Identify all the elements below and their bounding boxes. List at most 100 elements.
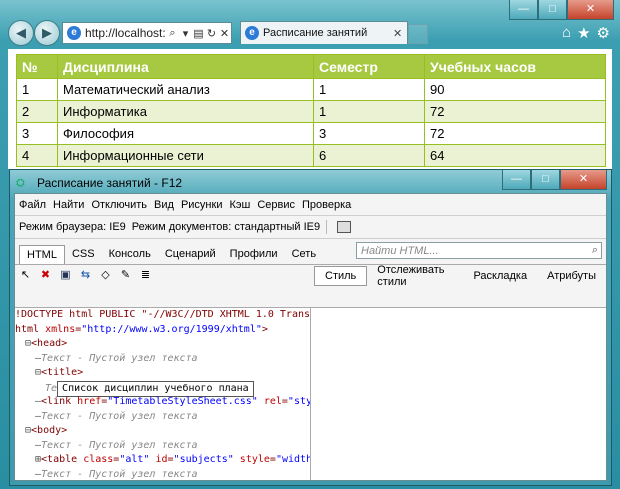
home-icon[interactable]: ⌂ (562, 24, 571, 42)
devtools-menubar: Файл Найти Отключить Вид Рисунки Кэш Сервис Про… (15, 194, 606, 216)
devtools-minimize-button[interactable]: — (502, 170, 531, 190)
code-token: style (239, 454, 270, 465)
pin-icon[interactable] (337, 221, 352, 233)
refresh-icon[interactable]: ↻ (205, 27, 218, 40)
code-token: "sty (287, 396, 311, 407)
menu-item[interactable]: Вид (154, 199, 174, 211)
menu-item[interactable]: Файл (19, 199, 46, 211)
minimize-button[interactable]: — (509, 0, 538, 20)
menu-item[interactable]: Рисунки (181, 199, 223, 211)
tab-active[interactable]: e Расписание занятий ✕ (240, 21, 408, 44)
menu-item[interactable]: Найти (53, 199, 84, 211)
table-cell: Информатика (57, 100, 314, 123)
compat-icon[interactable]: ▤ (192, 27, 205, 40)
html-tree-node[interactable]: ⊞<table class="alt" id="subjects" style=… (15, 453, 310, 468)
f12-devtools-window: ⛭ Расписание занятий - F12 — □ ✕ Файл Най… (9, 169, 612, 486)
menu-item[interactable]: Отключить (91, 199, 147, 211)
devtools-tab[interactable]: Сценарий (158, 245, 223, 264)
address-bar[interactable]: e http://localhost: ⌕ ▾ ▤ ↻ ✕ (62, 22, 232, 44)
search-icon[interactable]: ⌕ (166, 27, 179, 40)
browser-mode[interactable]: Режим браузера: IE9 (19, 221, 126, 233)
style-tab[interactable]: Раскладка (463, 267, 537, 285)
style-tab[interactable]: Атрибуты (537, 267, 606, 285)
edit-icon[interactable]: ✎ (119, 269, 132, 282)
menu-item[interactable]: Сервис (257, 199, 295, 211)
new-tab-button[interactable] (408, 24, 428, 44)
code-token: <title> (41, 367, 84, 378)
divider (326, 220, 328, 234)
code-token: Текст - Пустой узел текста (41, 439, 198, 451)
word-wrap-icon[interactable]: ≣ (139, 269, 152, 282)
menu-item[interactable]: Проверка (302, 199, 351, 211)
code-token: href (77, 396, 102, 407)
html-tree-node[interactable]: Те Список дисциплин учебного плана (15, 380, 310, 397)
subjects-table: № Дисциплина Семестр Учебных часов 1 Математ… (16, 54, 606, 167)
table-cell: 3 (16, 122, 58, 145)
maximize-button[interactable]: □ (538, 0, 567, 20)
table-cell: 3 (313, 122, 425, 145)
address-url[interactable]: http://localhost: (85, 26, 166, 40)
gear-icon[interactable]: ⚙ (597, 24, 610, 42)
html-tree-node[interactable]: ⊟<body> (15, 424, 310, 439)
devtools-close-button[interactable]: ✕ (560, 170, 607, 190)
html-tree-node[interactable]: ⊟<title> (15, 366, 310, 381)
table-row: 3 Философия 3 72 (16, 122, 606, 145)
code-token: xmlns (45, 323, 76, 335)
search-icon[interactable]: ⌕ (592, 244, 598, 257)
devtools-tabs: HTML CSS Консоль Сценарий Профили Сеть Найти … (15, 239, 606, 265)
close-icon[interactable]: ✕ (218, 27, 231, 40)
code-icon[interactable]: ◇ (99, 269, 112, 282)
html-tree-node[interactable]: —<link href="TimetableStyleSheet.css" re… (15, 395, 310, 410)
devtools-icon: ⛭ (16, 177, 25, 189)
forward-icon[interactable]: ▶ (34, 20, 60, 46)
table-header-row: № Дисциплина Семестр Учебных часов (16, 54, 606, 79)
menu-item[interactable]: Кэш (229, 199, 250, 211)
table-cell: 2 (16, 100, 58, 123)
mode-bar: Режим браузера: IE9 Режим документов: ст… (15, 216, 606, 239)
ie-icon: e (245, 26, 259, 40)
devtools-tab[interactable]: HTML (19, 245, 65, 264)
html-tree-node[interactable]: —Текст - Пустой узел текста (15, 352, 310, 367)
code-token: Текст - Пустой узел текста (41, 352, 198, 364)
html-tree-node[interactable]: —Текст - Пустой узел текста (15, 439, 310, 454)
html-tree-node[interactable]: html xmlns="http://www.w3.org/1999/xhtml… (15, 323, 310, 338)
devtools-tab[interactable]: Профили (223, 245, 285, 264)
doc-mode[interactable]: Режим документов: стандартный IE9 (132, 221, 320, 233)
table-cell: Математический анализ (57, 78, 314, 101)
close-tab-icon[interactable]: ✕ (393, 27, 407, 40)
code-token: <head> (31, 338, 68, 349)
dropdown-icon[interactable]: ▾ (179, 27, 192, 40)
devtools-title: ⛭ Расписание занятий - F12 (16, 176, 182, 190)
code-token: <body> (31, 425, 68, 436)
code-token: "http://www.w3.org/1999/xhtml" (81, 323, 262, 335)
devtools-tab[interactable]: CSS (65, 245, 102, 264)
tab-title: Расписание занятий (263, 27, 368, 39)
html-tree-node[interactable]: ⊟<head> (15, 337, 310, 352)
search-html-input[interactable]: Найти HTML... ⌕ (356, 242, 602, 259)
html-tree-node[interactable]: —Текст - Пустой узел текста (15, 410, 310, 425)
html-tree-node[interactable]: !DOCTYPE html PUBLIC "-//W3C//DTD XHTML … (15, 308, 310, 323)
star-icon[interactable]: ★ (577, 24, 590, 42)
code-token: <link (41, 396, 78, 407)
close-button[interactable]: ✕ (567, 0, 614, 20)
code-token: Те (45, 382, 58, 394)
save-icon[interactable]: ▣ (59, 269, 72, 282)
code-token: rel (263, 396, 282, 407)
devtools-tab-list: HTML CSS Консоль Сценарий Профили Сеть (19, 245, 323, 264)
code-token: !DOCTYPE html PUBLIC "-//W3C//DTD XHTML … (15, 309, 311, 320)
devtools-maximize-button[interactable]: □ (531, 170, 560, 190)
page-content: № Дисциплина Семестр Учебных часов 1 Математ… (8, 49, 612, 169)
select-element-icon[interactable]: ↖ (19, 269, 32, 282)
clear-icon[interactable]: ✖ (39, 269, 52, 282)
devtools-tab[interactable]: Сеть (285, 245, 323, 264)
table-cell: 4 (16, 144, 58, 167)
devtools-tab[interactable]: Консоль (102, 245, 158, 264)
html-tree-node[interactable]: —Текст - Пустой узел текста (15, 468, 310, 481)
style-tab[interactable]: Стиль (314, 265, 368, 286)
search-placeholder: Найти HTML... (361, 244, 439, 257)
devtools-window-controls: — □ ✕ (502, 170, 607, 190)
devtools-title-text: Расписание занятий - F12 (37, 176, 183, 190)
style-tab[interactable]: Отслеживать стили (367, 261, 463, 291)
refresh-dom-icon[interactable]: ⇆ (79, 269, 92, 282)
back-icon[interactable]: ◀ (8, 20, 34, 46)
